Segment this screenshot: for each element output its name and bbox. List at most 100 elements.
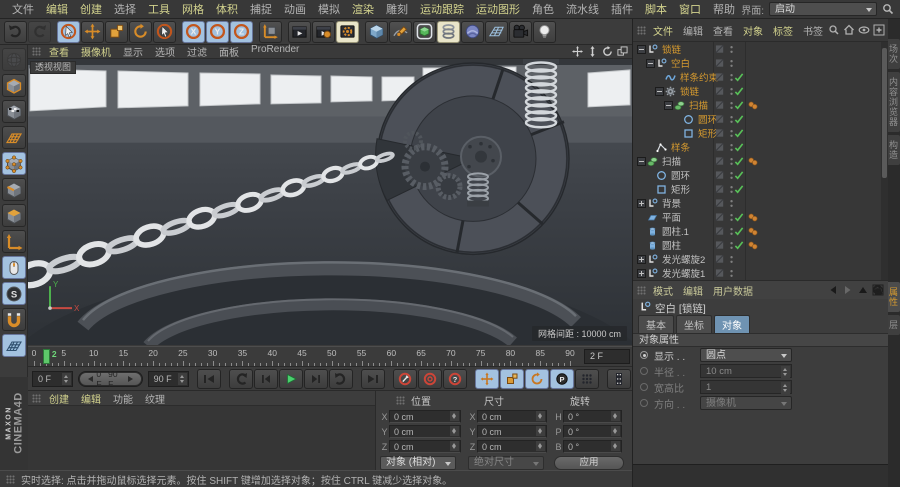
- expander-icon[interactable]: [646, 58, 655, 68]
- visibility-dots-icon[interactable]: [727, 58, 737, 69]
- tree-item-圆柱[interactable]: 圆柱: [633, 238, 888, 252]
- 半径-field[interactable]: 10 cm: [700, 364, 792, 378]
- menu-网格[interactable]: 网格: [176, 1, 210, 17]
- tree-item-圆环[interactable]: 圆环: [633, 112, 888, 126]
- radio-icon[interactable]: [640, 399, 648, 407]
- tree-item-发光螺旋2[interactable]: 发光螺旋2: [633, 252, 888, 266]
- om-menu-对象[interactable]: 对象: [738, 23, 768, 38]
- layer-toggle-icon[interactable]: [715, 226, 725, 237]
- enabled-check-icon[interactable]: [734, 142, 744, 153]
- axis-z-button[interactable]: Z: [230, 20, 253, 43]
- record-active-objects-button[interactable]: [392, 368, 417, 389]
- tree-item-背景[interactable]: 背景: [633, 196, 888, 210]
- tab-基本[interactable]: 基本: [638, 315, 674, 333]
- menu-角色[interactable]: 角色: [526, 1, 560, 17]
- layer-toggle-icon[interactable]: [715, 240, 725, 251]
- move-button[interactable]: [81, 20, 104, 43]
- tag-icons[interactable]: [748, 212, 761, 223]
- menu-动画[interactable]: 动画: [278, 1, 312, 17]
- interface-dropdown[interactable]: 启动: [769, 2, 877, 16]
- menu-文件[interactable]: 文件: [6, 1, 40, 17]
- layer-toggle-icon[interactable]: [715, 72, 725, 83]
- visibility-dots-icon[interactable]: [727, 254, 737, 265]
- menu-工具[interactable]: 工具: [142, 1, 176, 17]
- tree-item-锁链[interactable]: 锁链: [633, 42, 888, 56]
- tree-item-圆柱.1[interactable]: 圆柱.1: [633, 224, 888, 238]
- timeline-ruler[interactable]: 0 5 10 15 20 25 30 35 40 45 50 55 60 65 70 75 80 85 90 2 2…: [28, 346, 632, 366]
- stepper-icon[interactable]: [177, 372, 187, 385]
- go-to-start-button[interactable]: [196, 368, 221, 389]
- pan-view-icon[interactable]: [572, 46, 583, 57]
- range-start-field[interactable]: 0 F: [32, 370, 74, 387]
- viewport-menu-过滤[interactable]: 过滤: [181, 44, 213, 59]
- go-to-end-button[interactable]: [360, 368, 385, 389]
- radio-icon[interactable]: [640, 367, 648, 375]
- menu-帮助[interactable]: 帮助: [707, 1, 741, 17]
- stepper-icon[interactable]: [450, 411, 459, 421]
- enabled-check-icon[interactable]: [734, 114, 744, 125]
- menu-流水线[interactable]: 流水线: [560, 1, 605, 17]
- drag-handle-icon[interactable]: [32, 393, 41, 403]
- stepper-icon[interactable]: [536, 411, 545, 421]
- coord-field-Y[interactable]: 0 cm: [477, 425, 547, 438]
- keyframe-rotation-button[interactable]: [524, 368, 549, 389]
- camera-button[interactable]: [509, 20, 532, 43]
- undo-button[interactable]: [4, 20, 27, 43]
- 方向-dropdown[interactable]: 摄像机: [700, 396, 792, 410]
- menu-运动跟踪[interactable]: 运动跟踪: [414, 1, 470, 17]
- stepper-icon[interactable]: [611, 426, 620, 436]
- keyframe-position-button[interactable]: [474, 368, 499, 389]
- expander-icon[interactable]: [637, 254, 646, 264]
- 宽高比-field[interactable]: 1: [700, 380, 792, 394]
- coord-field-H[interactable]: 0 °: [563, 410, 622, 423]
- viewport-canvas[interactable]: Y X 透视视图 网格间距 : 10000 cm: [28, 59, 632, 345]
- om-menu-文件[interactable]: 文件: [648, 23, 678, 38]
- tree-item-矩形[interactable]: 矩形: [633, 126, 888, 140]
- layer-toggle-icon[interactable]: [715, 198, 725, 209]
- stepper-icon[interactable]: [450, 441, 459, 451]
- toggle-panel-icon[interactable]: [617, 46, 628, 57]
- snap-button[interactable]: S: [1, 282, 26, 305]
- previous-key-button[interactable]: [228, 368, 253, 389]
- coord-field-Z[interactable]: 0 cm: [477, 440, 547, 453]
- om-menu-书签[interactable]: 书签: [798, 23, 828, 38]
- stepper-icon[interactable]: [536, 441, 545, 451]
- material-menu-创建[interactable]: 创建: [43, 391, 75, 406]
- enabled-check-icon[interactable]: [734, 170, 744, 181]
- up-icon[interactable]: [857, 284, 869, 296]
- enabled-check-icon[interactable]: [734, 128, 744, 139]
- stepper-icon[interactable]: [781, 366, 790, 378]
- stepper-icon[interactable]: [611, 411, 620, 421]
- enabled-check-icon[interactable]: [734, 86, 744, 97]
- generators-button[interactable]: [437, 20, 460, 43]
- axis-y-button[interactable]: Y: [206, 20, 229, 43]
- preview-range-slider[interactable]: 0 F 90 F: [78, 369, 143, 389]
- tree-item-圆环[interactable]: 圆环: [633, 168, 888, 182]
- coord-field-B[interactable]: 0 °: [563, 440, 622, 453]
- side-tab-内容浏览器[interactable]: 内容浏览器: [888, 72, 900, 132]
- layer-toggle-icon[interactable]: [715, 212, 725, 223]
- keyframe-scale-button[interactable]: [499, 368, 524, 389]
- attr-menu-模式[interactable]: 模式: [648, 283, 678, 298]
- attr-menu-编辑[interactable]: 编辑: [678, 283, 708, 298]
- coord-field-X[interactable]: 0 cm: [477, 410, 547, 423]
- tab-坐标[interactable]: 坐标: [676, 315, 712, 333]
- drag-handle-icon[interactable]: [6, 474, 15, 484]
- tag-icons[interactable]: [748, 240, 761, 251]
- om-menu-编辑[interactable]: 编辑: [678, 23, 708, 38]
- menu-窗口[interactable]: 窗口: [673, 1, 707, 17]
- layer-toggle-icon[interactable]: [715, 142, 725, 153]
- layer-toggle-icon[interactable]: [715, 268, 725, 279]
- forward-icon[interactable]: [842, 284, 854, 296]
- visibility-dots-icon[interactable]: [727, 44, 737, 55]
- rotate-button[interactable]: [129, 20, 152, 43]
- last-selection-button[interactable]: [153, 20, 176, 43]
- layer-toggle-icon[interactable]: [715, 100, 725, 111]
- stepper-icon[interactable]: [536, 426, 545, 436]
- spline-pen-button[interactable]: [389, 20, 412, 43]
- menu-雕刻[interactable]: 雕刻: [380, 1, 414, 17]
- apply-button[interactable]: 应用: [554, 456, 624, 470]
- tree-item-发光螺旋1[interactable]: 发光螺旋1: [633, 266, 888, 280]
- enabled-check-icon[interactable]: [734, 212, 744, 223]
- tag-icons[interactable]: [748, 226, 761, 237]
